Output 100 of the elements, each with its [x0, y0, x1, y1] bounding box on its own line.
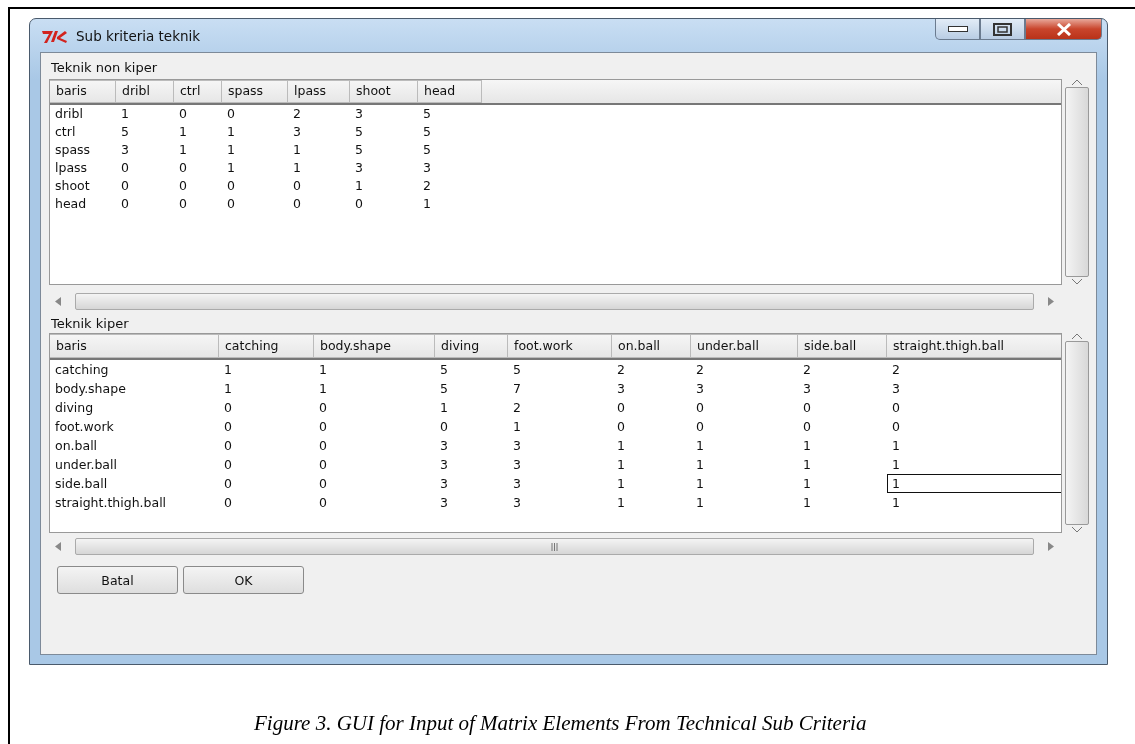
table-cell: 0 — [121, 160, 129, 175]
table-cell: 7 — [513, 381, 521, 396]
table-cell: 1 — [696, 438, 704, 453]
close-button[interactable] — [1025, 19, 1102, 40]
table-cell: 1 — [803, 495, 811, 510]
table-cell: 2 — [892, 362, 900, 377]
column-header[interactable]: dribl — [116, 80, 174, 103]
column-header[interactable]: straight.thigh.ball — [887, 334, 1061, 358]
dialog-button[interactable]: OK — [183, 566, 304, 594]
table-cell: 3 — [355, 160, 363, 175]
figure-caption: Figure 3. GUI for Input of Matrix Elements From Technical Sub Criteria — [254, 711, 868, 736]
column-header[interactable]: diving — [435, 334, 508, 358]
column-header[interactable]: baris — [50, 80, 116, 103]
table-cell: foot.work — [55, 419, 114, 434]
table-cell: 5 — [355, 124, 363, 139]
table-cell: 0 — [319, 400, 327, 415]
table-cell: body.shape — [55, 381, 126, 396]
table-cell: 1 — [319, 362, 327, 377]
section-label: Teknik kiper — [51, 315, 130, 333]
table-cell: 0 — [293, 196, 301, 211]
column-header[interactable]: foot.work — [508, 334, 612, 358]
table-cell: side.ball — [55, 476, 108, 491]
scroll-up-icon — [1071, 79, 1082, 85]
column-header[interactable]: ctrl — [174, 80, 222, 103]
table-cell: 0 — [617, 419, 625, 434]
table-cell: 1 — [696, 476, 704, 491]
table-cell: 1 — [121, 106, 129, 121]
table-cell: 5 — [440, 381, 448, 396]
table-cell: 1 — [892, 495, 900, 510]
table-cell: 3 — [892, 381, 900, 396]
table-cell: 3 — [696, 381, 704, 396]
table-cell: ctrl — [55, 124, 76, 139]
table-cell: 0 — [224, 476, 232, 491]
table-cell: 1 — [617, 438, 625, 453]
table-cell: 0 — [440, 419, 448, 434]
scroll-thumb[interactable] — [75, 293, 1034, 310]
maximize-button[interactable] — [980, 19, 1025, 40]
table-cell: 1 — [617, 476, 625, 491]
table-cell: 5 — [423, 106, 431, 121]
table-cell: 3 — [440, 476, 448, 491]
column-header[interactable]: side.ball — [798, 334, 887, 358]
table-cell: 1 — [224, 381, 232, 396]
table-cell: 1 — [179, 142, 187, 157]
table-cell: 1 — [617, 495, 625, 510]
table-cell: 0 — [121, 196, 129, 211]
table-cell: 0 — [227, 178, 235, 193]
table-cell: head — [55, 196, 87, 211]
table-cell: 0 — [892, 400, 900, 415]
table-cell: straight.thigh.ball — [55, 495, 167, 510]
table-cell[interactable]: 1 — [887, 474, 1061, 493]
table-cell: 0 — [319, 438, 327, 453]
table-cell: 3 — [513, 457, 521, 472]
table-cell: 3 — [355, 106, 363, 121]
scroll-up-icon — [1071, 333, 1082, 339]
table-cell: 0 — [696, 419, 704, 434]
scroll-down-icon — [1071, 279, 1082, 285]
table-cell: 2 — [617, 362, 625, 377]
table-cell: under.ball — [55, 457, 117, 472]
scroll-thumb[interactable] — [75, 538, 1034, 555]
table-cell: dribl — [55, 106, 83, 121]
minimize-button[interactable] — [935, 19, 980, 40]
table-cell: 2 — [423, 178, 431, 193]
column-header[interactable]: shoot — [350, 80, 418, 103]
dialog-button[interactable]: Batal — [57, 566, 178, 594]
column-header[interactable]: spass — [222, 80, 288, 103]
column-header[interactable]: baris — [50, 334, 219, 358]
column-header[interactable]: under.ball — [691, 334, 798, 358]
table-cell: 5 — [355, 142, 363, 157]
table-cell: 0 — [319, 495, 327, 510]
column-header[interactable]: head — [418, 80, 482, 103]
table-cell: 3 — [440, 438, 448, 453]
table-cell: 1 — [227, 160, 235, 175]
table-cell: 0 — [617, 400, 625, 415]
column-header[interactable]: on.ball — [612, 334, 691, 358]
column-header[interactable]: lpass — [288, 80, 350, 103]
table-cell: spass — [55, 142, 91, 157]
table-cell: 1 — [179, 124, 187, 139]
table-cell: 3 — [440, 457, 448, 472]
grip-icon — [551, 542, 558, 551]
table-cell: 1 — [892, 457, 900, 472]
minimize-icon — [947, 26, 968, 32]
table-cell: 1 — [513, 419, 521, 434]
table-cell: 3 — [617, 381, 625, 396]
table-cell: 1 — [227, 142, 235, 157]
table-cell: 1 — [617, 457, 625, 472]
table-cell: 2 — [513, 400, 521, 415]
table-cell: 5 — [423, 142, 431, 157]
table-cell: 0 — [319, 476, 327, 491]
table-cell: 3 — [513, 495, 521, 510]
table-cell: 1 — [696, 457, 704, 472]
table-cell: 0 — [224, 457, 232, 472]
table-cell: 0 — [179, 196, 187, 211]
scroll-left-icon — [55, 542, 61, 551]
column-header[interactable]: body.shape — [314, 334, 435, 358]
table-cell: 3 — [121, 142, 129, 157]
table-cell: 5 — [513, 362, 521, 377]
table-cell: 0 — [227, 196, 235, 211]
column-header[interactable]: catching — [219, 334, 314, 358]
close-icon — [1055, 22, 1072, 36]
table-cell: lpass — [55, 160, 88, 175]
